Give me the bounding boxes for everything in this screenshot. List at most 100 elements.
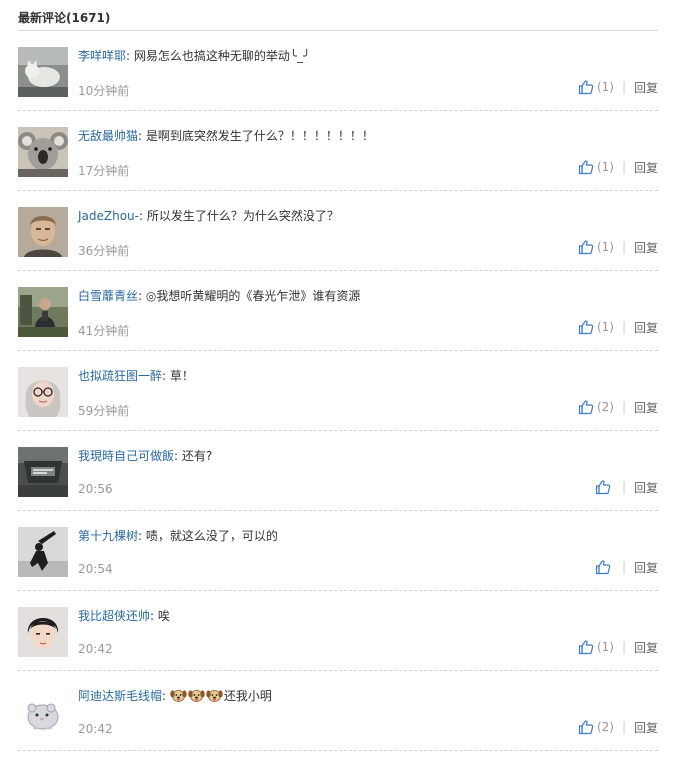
user-avatar[interactable] — [18, 687, 68, 737]
user-avatar[interactable] — [18, 47, 68, 97]
comment-actions: | 回复 — [595, 478, 658, 496]
comment-colon: : — [162, 369, 167, 383]
action-separator: | — [621, 560, 626, 574]
reply-button[interactable]: 回复 — [634, 559, 658, 576]
user-avatar[interactable] — [18, 607, 68, 657]
comment-text: 还有? — [181, 449, 213, 463]
comment-time: 20:42 — [78, 722, 113, 736]
comments-title: 最新评论(1671) — [18, 11, 111, 25]
reply-button[interactable]: 回复 — [634, 719, 658, 736]
dog-emoji-icon — [206, 690, 223, 702]
comment-username[interactable]: 阿迪达斯毛线帽 — [78, 689, 162, 703]
comment-time: 59分钟前 — [78, 404, 130, 418]
cat-photo-avatar — [18, 47, 68, 97]
comment-username[interactable]: 无敌最帅猫 — [78, 129, 138, 143]
comment-item: 白雪蘼青丝: ◎我想听黄耀明的《春光乍泄》谁有资源 41分钟前 (1) | 回复 — [18, 271, 658, 351]
comment-text: 所以发生了什么？为什么突然没了？ — [146, 209, 339, 223]
reply-button[interactable]: 回复 — [634, 319, 658, 336]
reply-button[interactable]: 回复 — [634, 639, 658, 656]
comment-username[interactable]: 我現時自己可做飯 — [78, 449, 174, 463]
portrait-photo-avatar — [18, 207, 68, 257]
thumbs-up-icon — [578, 640, 594, 655]
user-avatar[interactable] — [18, 527, 68, 577]
like-button[interactable]: (1) — [578, 319, 614, 335]
glasses-portrait-avatar — [18, 367, 68, 417]
comment-username[interactable]: 也拟疏狂图一醉 — [78, 369, 162, 383]
comment-actions: (1) | 回复 — [578, 638, 658, 656]
like-button[interactable]: (1) — [578, 239, 614, 255]
comment-text: 唉 — [157, 609, 170, 623]
like-button[interactable]: (2) — [578, 399, 614, 415]
comment-colon: : — [138, 289, 143, 303]
comment-username[interactable]: 白雪蘼青丝 — [78, 289, 138, 303]
comment-text: 是啊到底突然发生了什么？！！！！！！！ — [145, 129, 374, 143]
thumbs-up-icon — [578, 80, 594, 95]
comment-body: 白雪蘼青丝: ◎我想听黄耀明的《春光乍泄》谁有资源 — [78, 288, 658, 304]
action-separator: | — [621, 160, 626, 174]
like-button[interactable] — [595, 559, 614, 575]
silhouette-photo-avatar — [18, 527, 68, 577]
reply-button[interactable]: 回复 — [634, 79, 658, 96]
thumbs-up-icon — [578, 320, 594, 335]
thumbs-up-icon — [578, 400, 594, 415]
reply-button[interactable]: 回复 — [634, 479, 658, 496]
user-avatar[interactable] — [18, 367, 68, 417]
comment-text: ◎我想听黄耀明的《春光乍泄》谁有资源 — [145, 289, 361, 303]
like-button[interactable]: (1) — [578, 639, 614, 655]
comment-body: 我比超侠还帅: 唉 — [78, 608, 658, 624]
billboard-photo-avatar — [18, 447, 68, 497]
comment-text: 还我小明 — [223, 689, 272, 703]
comment-text: 啧，就这么没了，可以的 — [145, 529, 278, 543]
reply-button[interactable]: 回复 — [634, 399, 658, 416]
thumbs-up-icon — [578, 720, 594, 735]
like-button[interactable]: (2) — [578, 719, 614, 735]
action-separator: | — [621, 320, 626, 334]
comments-panel: 最新评论(1671) 李咩咩耶: 网易怎么也搞这种无聊的举动╰_╯ 10分钟前 … — [18, 0, 658, 751]
action-separator: | — [621, 400, 626, 414]
thumbs-up-icon — [578, 160, 594, 175]
like-count: (1) — [596, 640, 614, 654]
koala-photo-avatar — [18, 127, 68, 177]
comment-time: 10分钟前 — [78, 84, 130, 98]
comment-item: JadeZhou-: 所以发生了什么？为什么突然没了？ 36分钟前 (1) | … — [18, 191, 658, 271]
comment-time: 17分钟前 — [78, 164, 130, 178]
like-button[interactable]: (1) — [578, 79, 614, 95]
comment-username[interactable]: 我比超侠还帅 — [78, 609, 150, 623]
comment-item: 也拟疏狂图一醉: 草！ 59分钟前 (2) | 回复 — [18, 351, 658, 431]
comment-body: 第十九棵树: 啧，就这么没了，可以的 — [78, 528, 658, 544]
comments-header: 最新评论(1671) — [18, 0, 658, 31]
comment-time: 20:54 — [78, 562, 113, 576]
like-count: (2) — [596, 720, 614, 734]
comment-username[interactable]: 李咩咩耶 — [78, 49, 126, 63]
dog-emoji-icon — [188, 690, 205, 702]
user-avatar[interactable] — [18, 127, 68, 177]
comment-username[interactable]: JadeZhou- — [78, 209, 139, 223]
action-separator: | — [621, 80, 626, 94]
comment-actions: | 回复 — [595, 558, 658, 576]
like-button[interactable] — [595, 479, 614, 495]
comment-actions: (1) | 回复 — [578, 158, 658, 176]
comment-actions: (1) | 回复 — [578, 318, 658, 336]
user-avatar[interactable] — [18, 287, 68, 337]
comment-username[interactable]: 第十九棵树 — [78, 529, 138, 543]
comment-colon: : — [174, 449, 179, 463]
reply-button[interactable]: 回复 — [634, 159, 658, 176]
like-count: (2) — [596, 400, 614, 414]
reply-button[interactable]: 回复 — [634, 239, 658, 256]
comment-time: 36分钟前 — [78, 244, 130, 258]
action-separator: | — [621, 240, 626, 254]
like-count: (1) — [596, 80, 614, 94]
comment-item: 我現時自己可做飯: 还有? 20:56 | 回复 — [18, 431, 658, 511]
thumbs-up-icon — [578, 240, 594, 255]
comment-body: 我現時自己可做飯: 还有? — [78, 448, 658, 464]
like-button[interactable]: (1) — [578, 159, 614, 175]
thumbs-up-icon — [595, 560, 611, 575]
comment-body: JadeZhou-: 所以发生了什么？为什么突然没了？ — [78, 208, 658, 224]
user-avatar[interactable] — [18, 207, 68, 257]
user-avatar[interactable] — [18, 447, 68, 497]
thumbs-up-icon — [595, 480, 611, 495]
comment-colon: : — [138, 129, 143, 143]
action-separator: | — [621, 640, 626, 654]
like-count: (1) — [596, 320, 614, 334]
comment-body: 李咩咩耶: 网易怎么也搞这种无聊的举动╰_╯ — [78, 48, 658, 64]
